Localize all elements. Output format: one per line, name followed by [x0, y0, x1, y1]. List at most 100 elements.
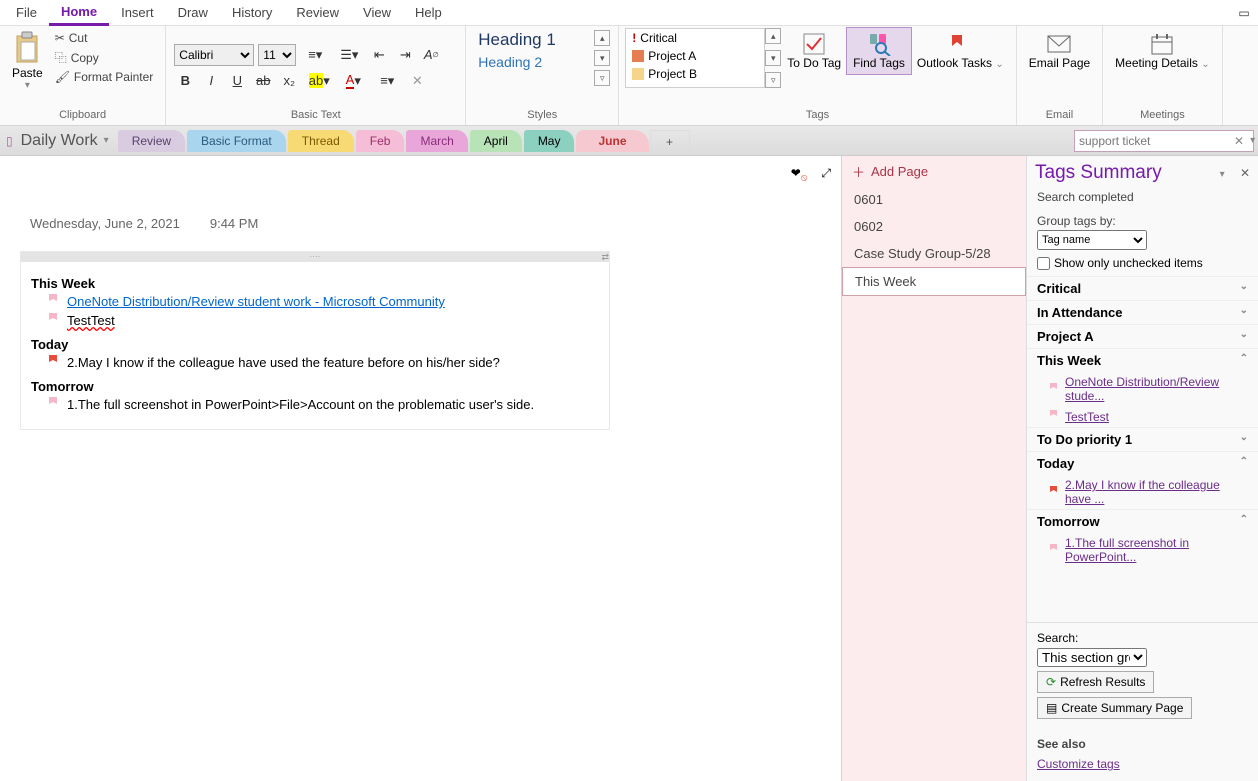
- refresh-results-button[interactable]: ⟳Refresh Results: [1037, 671, 1154, 693]
- email-page-button[interactable]: Email Page: [1023, 28, 1096, 74]
- styles-scroll-up[interactable]: ▴: [594, 30, 610, 46]
- groupby-select[interactable]: Tag name: [1037, 230, 1147, 250]
- tag-project-b[interactable]: Project B: [626, 65, 764, 83]
- tab-april[interactable]: April: [470, 130, 522, 152]
- styles-expand[interactable]: ▿: [594, 70, 610, 86]
- tag-group-today[interactable]: Today⌃: [1027, 451, 1258, 475]
- tab-march[interactable]: March: [406, 130, 467, 152]
- tags-expand[interactable]: ▿: [765, 72, 781, 88]
- highlight-button[interactable]: ab▾: [304, 70, 334, 92]
- bullets-button[interactable]: ≡▾: [300, 44, 330, 66]
- clear-icon[interactable]: ✕: [1234, 134, 1244, 148]
- notebook-title-dropdown[interactable]: Daily Work▾: [13, 132, 117, 150]
- tab-may[interactable]: May: [524, 130, 575, 152]
- tag-result-link[interactable]: OneNote Distribution/Review stude...: [1065, 375, 1248, 403]
- tag-group-critical[interactable]: Critical⌄: [1027, 276, 1258, 300]
- tags-scroll-up[interactable]: ▴: [765, 28, 781, 44]
- find-tags-button[interactable]: Find Tags: [847, 28, 911, 74]
- flag-icon[interactable]: [47, 293, 59, 310]
- indent-button[interactable]: ⇥: [394, 44, 416, 66]
- tag-result-link[interactable]: TestTest: [1065, 410, 1109, 424]
- note-container[interactable]: ···· This Week OneNote Distribution/Revi…: [20, 251, 610, 430]
- underline-button[interactable]: U: [226, 70, 248, 92]
- plus-icon: ＋: [852, 162, 865, 181]
- container-drag-handle[interactable]: ····: [21, 252, 609, 262]
- font-color-button[interactable]: A▾: [338, 70, 368, 92]
- tags-gallery[interactable]: !Critical Project A Project B: [625, 28, 765, 88]
- subscript-button[interactable]: x₂: [278, 70, 300, 92]
- hide-tags-icon[interactable]: ❤⦸: [791, 166, 808, 183]
- numbering-button[interactable]: ☰▾: [334, 44, 364, 66]
- menu-help[interactable]: Help: [403, 1, 454, 24]
- show-unchecked-checkbox[interactable]: [1037, 257, 1050, 270]
- tab-thread[interactable]: Thread: [288, 130, 354, 152]
- todo-tag-button[interactable]: To Do Tag: [781, 28, 847, 74]
- style-heading1[interactable]: Heading 1: [472, 28, 592, 52]
- format-painter-button[interactable]: 🖌Format Painter: [53, 69, 156, 85]
- tab-basic-format[interactable]: Basic Format: [187, 130, 286, 152]
- page-item[interactable]: 0602: [842, 213, 1026, 240]
- meeting-details-button[interactable]: Meeting Details ⌄: [1109, 28, 1215, 75]
- tab-review[interactable]: Review: [118, 130, 185, 152]
- note-text[interactable]: 1.The full screenshot in PowerPoint>File…: [67, 397, 534, 412]
- note-text[interactable]: 2.May I know if the colleague have used …: [67, 355, 500, 370]
- tag-project-a[interactable]: Project A: [626, 47, 764, 65]
- clear-formatting-button[interactable]: A∅: [420, 44, 442, 66]
- menu-file[interactable]: File: [4, 1, 49, 24]
- search-box[interactable]: ✕ ▾: [1074, 130, 1254, 152]
- menu-review[interactable]: Review: [284, 1, 351, 24]
- menu-home[interactable]: Home: [49, 0, 109, 26]
- page-canvas[interactable]: ❤⦸ ⤢ Wednesday, June 2, 2021 9:44 PM ···…: [0, 156, 841, 781]
- bold-button[interactable]: B: [174, 70, 196, 92]
- page-item-selected[interactable]: This Week: [842, 267, 1026, 296]
- tag-result-link[interactable]: 1.The full screenshot in PowerPoint...: [1065, 536, 1248, 564]
- outlook-tasks-button[interactable]: Outlook Tasks ⌄: [911, 28, 1010, 75]
- italic-button[interactable]: I: [200, 70, 222, 92]
- menu-history[interactable]: History: [220, 1, 284, 24]
- cut-button[interactable]: ✂Cut: [53, 30, 156, 46]
- tag-group-todo[interactable]: To Do priority 1⌄: [1027, 427, 1258, 451]
- create-summary-button[interactable]: ▤Create Summary Page: [1037, 697, 1192, 719]
- tab-june[interactable]: June: [576, 130, 648, 152]
- paste-button[interactable]: Paste ▾: [6, 28, 49, 93]
- styles-scroll-down[interactable]: ▾: [594, 50, 610, 66]
- tag-group-attendance[interactable]: In Attendance⌄: [1027, 300, 1258, 324]
- fullscreen-icon[interactable]: ⤢: [821, 166, 831, 183]
- tag-result-link[interactable]: 2.May I know if the colleague have ...: [1065, 478, 1248, 506]
- menu-insert[interactable]: Insert: [109, 1, 166, 24]
- page-item[interactable]: Case Study Group-5/28: [842, 240, 1026, 267]
- page-date: Wednesday, June 2, 2021: [30, 216, 180, 231]
- flag-icon[interactable]: [47, 396, 59, 413]
- close-icon[interactable]: ✕: [1240, 166, 1250, 180]
- strike-button[interactable]: ab: [252, 70, 274, 92]
- tag-group-thisweek[interactable]: This Week⌃: [1027, 348, 1258, 372]
- tag-group-tomorrow[interactable]: Tomorrow⌃: [1027, 509, 1258, 533]
- font-family-select[interactable]: Calibri: [174, 44, 254, 66]
- outdent-button[interactable]: ⇤: [368, 44, 390, 66]
- tag-group-projecta[interactable]: Project A⌄: [1027, 324, 1258, 348]
- note-text[interactable]: TestTest: [67, 313, 115, 328]
- customize-tags-link[interactable]: Customize tags: [1037, 757, 1248, 771]
- search-input[interactable]: [1079, 134, 1234, 148]
- tag-critical[interactable]: !Critical: [626, 29, 764, 47]
- tab-feb[interactable]: Feb: [356, 130, 405, 152]
- tags-scroll-down[interactable]: ▾: [765, 50, 781, 66]
- collapse-ribbon-icon[interactable]: ▭: [1234, 6, 1254, 20]
- menu-view[interactable]: View: [351, 1, 403, 24]
- add-section-button[interactable]: +: [650, 130, 690, 152]
- delete-button[interactable]: ✕: [406, 70, 428, 92]
- add-page-button[interactable]: ＋Add Page: [842, 156, 1026, 186]
- note-link[interactable]: OneNote Distribution/Review student work…: [67, 294, 445, 309]
- chevron-down-icon[interactable]: ▾: [1250, 135, 1255, 146]
- menu-draw[interactable]: Draw: [166, 1, 220, 24]
- flag-icon[interactable]: [47, 354, 59, 371]
- search-scope-select[interactable]: This section group: [1037, 648, 1147, 667]
- style-heading2[interactable]: Heading 2: [472, 52, 592, 72]
- copy-button[interactable]: ⿻Copy: [53, 48, 156, 67]
- font-size-select[interactable]: 11: [258, 44, 296, 66]
- notebook-icon[interactable]: ▯: [6, 134, 13, 148]
- flag-icon[interactable]: [47, 312, 59, 329]
- page-item[interactable]: 0601: [842, 186, 1026, 213]
- pane-menu-icon[interactable]: ▾: [1220, 169, 1225, 180]
- align-button[interactable]: ≡▾: [372, 70, 402, 92]
